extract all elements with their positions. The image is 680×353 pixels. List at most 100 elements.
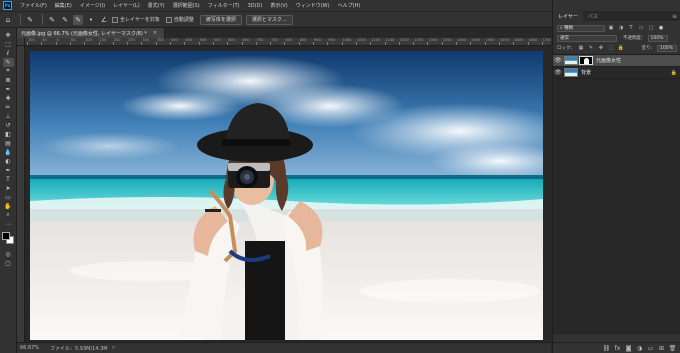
ruler-tick xyxy=(241,42,243,45)
filter-shape-icon[interactable]: ▭ xyxy=(637,25,645,32)
eye-icon[interactable]: 👁 xyxy=(553,69,563,76)
link-layers-icon[interactable]: ⛓ xyxy=(601,344,612,353)
opacity-label: 不透明度： xyxy=(623,36,646,41)
canvas-area[interactable] xyxy=(25,46,551,342)
lock-icon: 🔒 xyxy=(670,69,677,76)
layer-name[interactable]: 背景 xyxy=(581,69,591,76)
gradient-icon[interactable]: ▤ xyxy=(3,139,14,148)
layer-style-icon[interactable]: fx xyxy=(612,344,623,353)
blend-row: 通常 不透明度： 100% xyxy=(553,33,680,43)
menu-image[interactable]: イメージ(I) xyxy=(76,2,109,9)
eraser-icon[interactable]: ◧ xyxy=(3,130,14,139)
add-mask-icon[interactable]: ◙ xyxy=(623,344,634,353)
marquee-icon[interactable]: ⬚ xyxy=(3,40,14,49)
home-icon[interactable]: ⌂ xyxy=(3,15,13,25)
eye-icon[interactable]: 👁 xyxy=(553,57,563,64)
document-image[interactable] xyxy=(30,51,543,340)
lock-move-icon[interactable]: ✥ xyxy=(597,45,605,52)
ruler-tick xyxy=(184,42,186,45)
menu-file[interactable]: ファイル(F) xyxy=(16,2,51,9)
foreground-color-swatch[interactable] xyxy=(1,232,10,240)
tab-paths[interactable]: パス xyxy=(583,11,603,21)
menu-view[interactable]: 表示(V) xyxy=(266,2,291,9)
blend-mode-select[interactable]: 通常 xyxy=(557,34,617,42)
panel-menu-icon[interactable]: ≡ xyxy=(672,11,680,21)
filter-type-icon[interactable]: T xyxy=(627,25,635,32)
document-tab[interactable]: 元画像.jpg @ 66.7% (元画像女性, レイヤーマスク/8) * × xyxy=(17,28,165,38)
pen-icon[interactable]: ✒ xyxy=(3,166,14,175)
ruler-tick-label: 1100 xyxy=(371,38,381,42)
brush-size-icon[interactable]: • xyxy=(86,15,96,25)
menu-help[interactable]: ヘルプ(H) xyxy=(334,2,365,9)
zoom-level[interactable]: 66.67% xyxy=(20,345,50,351)
adjustment-layer-icon[interactable]: ◑ xyxy=(634,344,645,353)
lasso-icon[interactable]: ℓ xyxy=(3,49,14,58)
ruler-tick-label: 550 xyxy=(213,38,221,42)
status-menu-arrow[interactable]: > xyxy=(112,345,116,351)
tool-preset-icon[interactable]: ✎ xyxy=(25,15,35,25)
menu-select[interactable]: 選択範囲(S) xyxy=(169,2,204,9)
sample-all-layers-checkbox[interactable]: 全レイヤーを対象 xyxy=(112,16,160,23)
new-selection-icon[interactable]: ✎ xyxy=(47,15,57,25)
spot-heal-icon[interactable]: ✚ xyxy=(3,94,14,103)
fill-input[interactable]: 100% xyxy=(657,44,677,52)
delete-layer-icon[interactable]: 🗑 xyxy=(667,344,678,353)
menu-layer[interactable]: レイヤー(L) xyxy=(109,2,144,9)
hand-icon[interactable]: ✋ xyxy=(3,202,14,211)
layer-name[interactable]: 元画像女性 xyxy=(596,57,621,64)
layer-row-woman[interactable]: 👁 元画像女性 xyxy=(553,55,680,67)
new-layer-icon[interactable]: ⊞ xyxy=(656,344,667,353)
menu-window[interactable]: ウィンドウ(W) xyxy=(292,2,334,9)
dodge-icon[interactable]: ◐ xyxy=(3,157,14,166)
eyedropper-icon[interactable]: ✒ xyxy=(3,85,14,94)
more-tools-icon[interactable]: ⋯ xyxy=(3,220,14,229)
menu-3d[interactable]: 3D(D) xyxy=(244,3,267,9)
color-swatches[interactable] xyxy=(1,232,15,245)
menu-filter[interactable]: フィルター(T) xyxy=(204,2,244,9)
layer-filter-row: ⌕ 種類 ▣ ◑ T ▭ ▢ ● xyxy=(553,23,680,33)
filter-smart-icon[interactable]: ▢ xyxy=(647,25,655,32)
tab-layers[interactable]: レイヤー xyxy=(553,11,583,21)
frame-icon[interactable]: ⊠ xyxy=(3,76,14,85)
close-icon[interactable]: × xyxy=(153,30,157,36)
filter-toggle-icon[interactable]: ● xyxy=(657,25,665,32)
new-group-icon[interactable]: ▭ xyxy=(645,344,656,353)
menu-type[interactable]: 書式(Y) xyxy=(144,2,169,9)
select-and-mask-button[interactable]: 選択とマスク... xyxy=(245,14,293,25)
lock-paint-icon[interactable]: ✎ xyxy=(587,45,595,52)
screen-mode-icon[interactable]: ▢ xyxy=(3,259,14,268)
add-to-selection-icon[interactable]: ✎ xyxy=(60,15,70,25)
lock-pixels-icon[interactable]: ▦ xyxy=(577,45,585,52)
subtract-selection-icon[interactable]: ✎ xyxy=(73,14,83,25)
select-subject-button[interactable]: 被写体を選択 xyxy=(199,14,242,25)
path-select-icon[interactable]: ➤ xyxy=(3,184,14,193)
history-brush-icon[interactable]: ↺ xyxy=(3,121,14,130)
shape-icon[interactable]: ▭ xyxy=(3,193,14,202)
horizontal-ruler[interactable]: 100 50 0 50 100 150 200 250 300 350 400 450 500 550 60… xyxy=(25,38,551,46)
auto-enhance-checkbox[interactable]: 自動調整 xyxy=(165,16,194,23)
ruler-corner[interactable] xyxy=(17,38,25,46)
filter-pixel-icon[interactable]: ▣ xyxy=(607,25,615,32)
brush-icon[interactable]: ✏ xyxy=(3,103,14,112)
filter-adjustment-icon[interactable]: ◑ xyxy=(617,25,625,32)
clone-stamp-icon[interactable]: ⊥ xyxy=(3,112,14,121)
layers-list: 👁 元画像女性 👁 背景 🔒 xyxy=(553,54,680,334)
layer-mask-thumbnail[interactable] xyxy=(579,56,593,65)
crop-icon[interactable]: ⌗ xyxy=(3,67,14,76)
opacity-input[interactable]: 100% xyxy=(647,34,668,42)
quick-select-icon[interactable]: ✎ xyxy=(2,58,14,67)
lock-artboard-icon[interactable]: ⬚ xyxy=(607,45,615,52)
type-icon[interactable]: T xyxy=(3,175,14,184)
menu-edit[interactable]: 編集(E) xyxy=(51,2,76,9)
layer-row-background[interactable]: 👁 背景 🔒 xyxy=(553,67,680,79)
status-bar: 66.67% ファイル：5.93M/14.3M > xyxy=(17,342,551,353)
ruler-tick-label: 450 xyxy=(185,38,192,42)
kind-filter-select[interactable]: ⌕ 種類 xyxy=(557,24,605,32)
zoom-icon[interactable]: ⌕ xyxy=(3,211,14,220)
lock-all-icon[interactable]: 🔒 xyxy=(617,45,625,52)
move-icon[interactable]: ✥ xyxy=(3,31,14,40)
quick-mask-icon[interactable]: ◎ xyxy=(3,250,14,259)
vertical-ruler[interactable] xyxy=(17,46,25,342)
blur-icon[interactable]: 💧 xyxy=(3,148,14,157)
angle-icon[interactable]: ∠ xyxy=(99,15,109,25)
